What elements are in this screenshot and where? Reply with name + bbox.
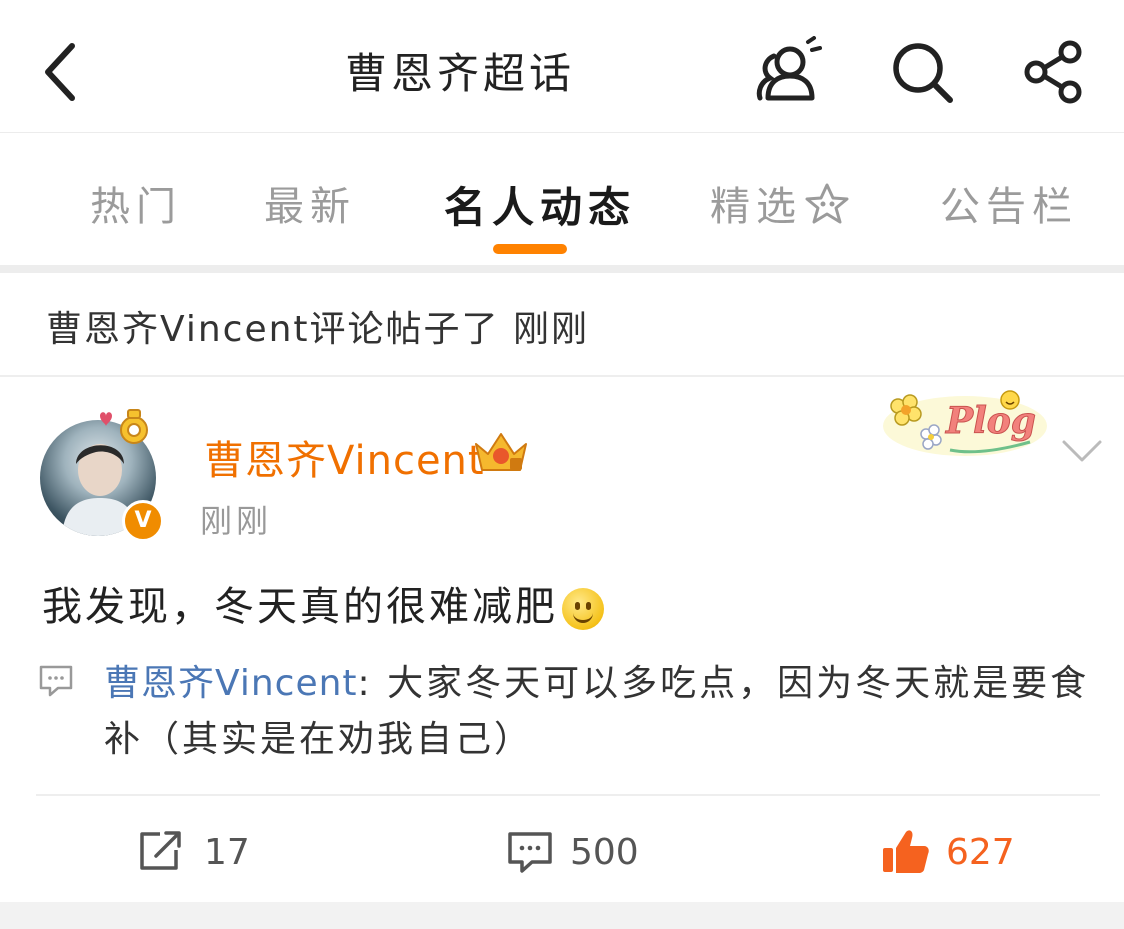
comment-button[interactable]: 500 xyxy=(506,826,646,876)
verified-badge: V xyxy=(122,500,164,542)
repost-icon xyxy=(140,831,181,870)
comment-author[interactable]: 曹恩齐Vincent xyxy=(104,663,358,704)
star-badge-icon xyxy=(805,183,849,224)
post-text: 我发现，冬天真的很难减肥 xyxy=(42,584,558,630)
thumbs-up-icon xyxy=(883,830,929,873)
post-author[interactable]: 曹恩齐Vincent xyxy=(204,428,485,486)
post-time: 刚刚 xyxy=(200,502,273,540)
activity-notice: 曹恩齐Vincent评论帖子了 刚刚 xyxy=(46,309,589,350)
plog-label: Plog xyxy=(946,400,1037,443)
active-tab-indicator xyxy=(493,244,567,254)
comment-separator: : xyxy=(357,663,373,704)
comment-bubble-icon xyxy=(39,665,73,697)
tab-latest[interactable]: 最新 xyxy=(264,174,356,232)
like-button[interactable]: 627 xyxy=(880,826,1020,876)
post-content: 我发现，冬天真的很难减肥 xyxy=(42,574,604,632)
section-divider xyxy=(0,265,1124,273)
footer-spacer xyxy=(0,902,1124,929)
like-count: 627 xyxy=(946,832,1015,873)
chevron-down-icon[interactable] xyxy=(1060,432,1104,468)
comment-icon xyxy=(508,832,552,873)
tab-announcements[interactable]: 公告栏 xyxy=(940,174,1078,232)
divider xyxy=(0,375,1124,377)
tab-celebrity-updates[interactable]: 名人动态 xyxy=(444,174,636,235)
repost-count: 17 xyxy=(204,832,250,873)
divider xyxy=(36,794,1100,796)
comment-count: 500 xyxy=(570,832,639,873)
tab-hot[interactable]: 热门 xyxy=(90,174,182,232)
crown-badge-icon xyxy=(475,433,527,471)
avatar-pendant-icon xyxy=(100,409,148,444)
members-icon[interactable] xyxy=(752,36,824,108)
smile-emoji-icon xyxy=(562,588,604,630)
share-icon[interactable] xyxy=(1018,36,1090,108)
plog-sticker: Plog xyxy=(880,386,1050,460)
comment-preview[interactable]: 曹恩齐Vincent: 大家冬天可以多吃点，因为冬天就是要食补（其实是在劝我自己… xyxy=(104,656,1104,768)
repost-button[interactable]: 17 xyxy=(136,826,266,876)
tab-featured[interactable]: 精选 xyxy=(710,174,802,232)
search-icon[interactable] xyxy=(886,36,958,108)
